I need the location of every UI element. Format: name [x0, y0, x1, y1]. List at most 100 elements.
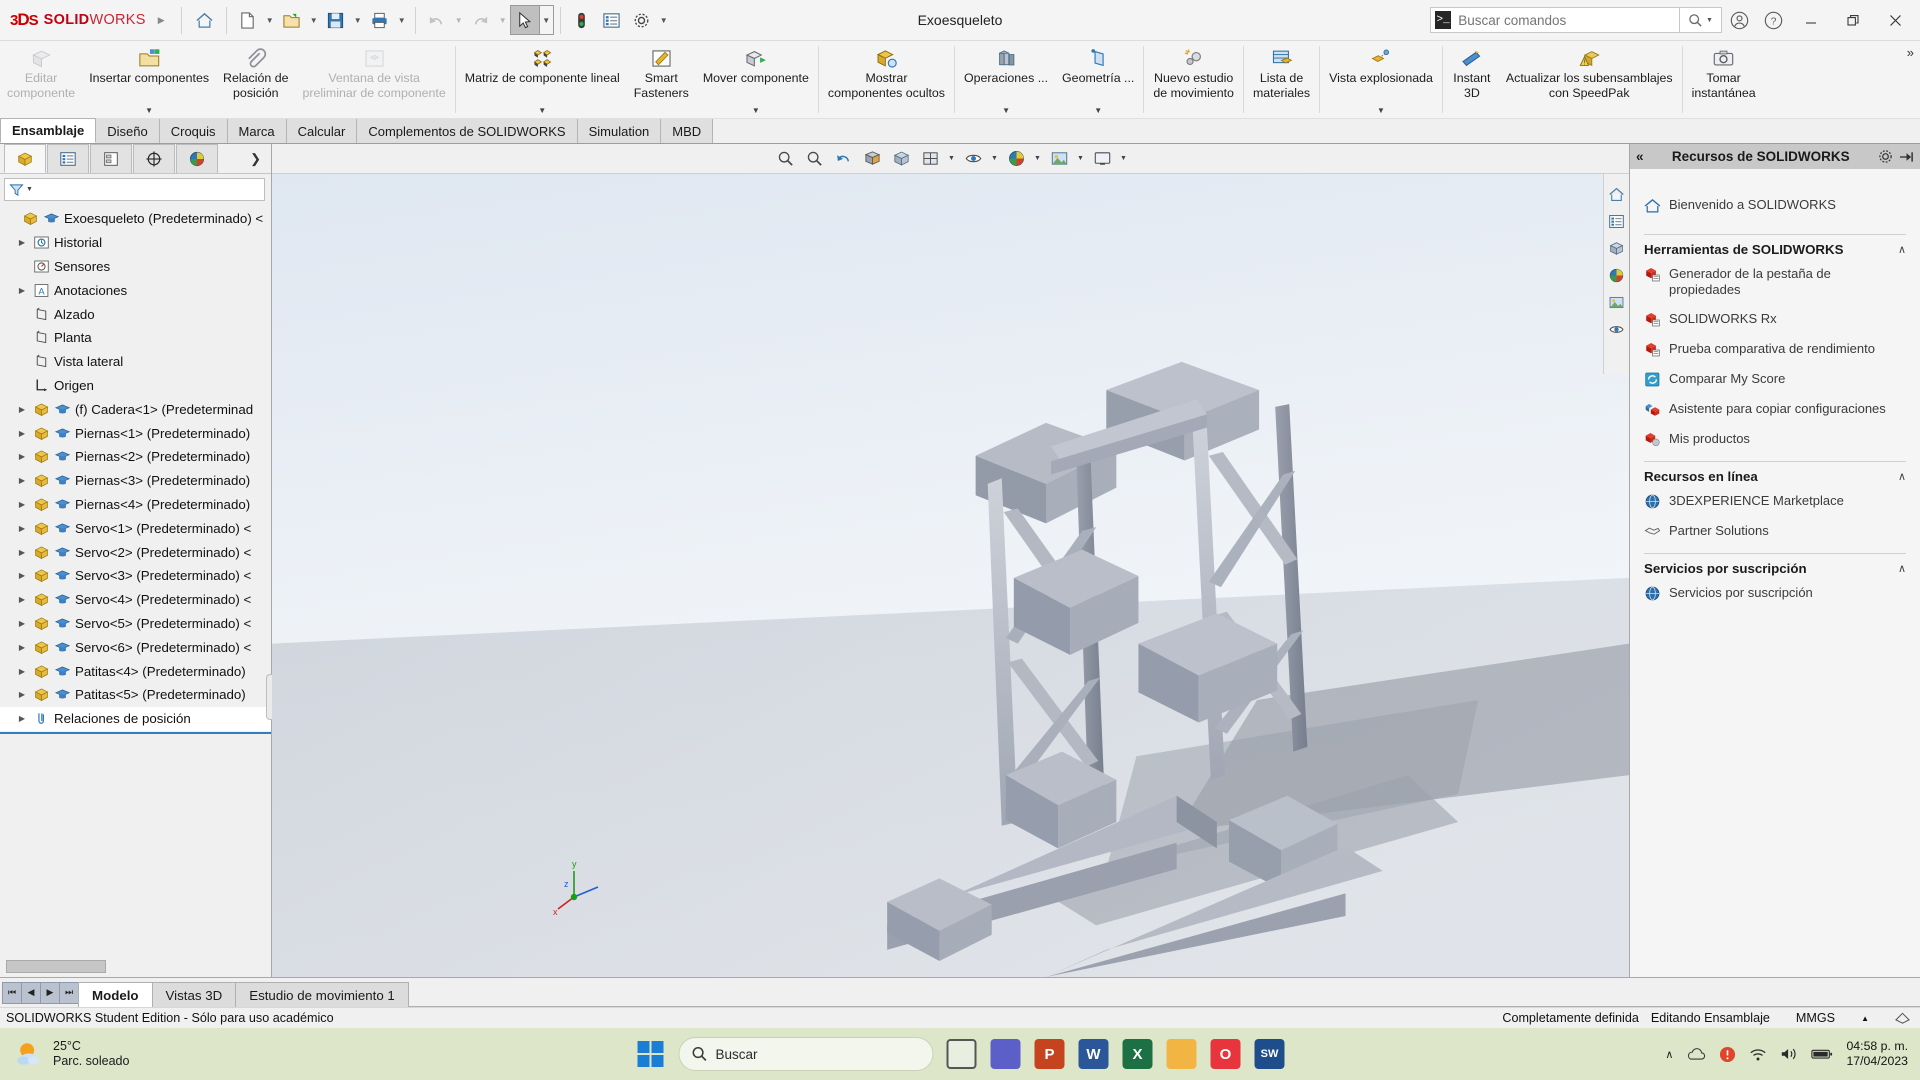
units-label[interactable]: MMGS	[1796, 1011, 1835, 1025]
task-pane-link[interactable]: Mis productos	[1644, 431, 1906, 448]
expand-arrow-icon[interactable]: ▶	[15, 405, 29, 414]
tab-croquis[interactable]: Croquis	[159, 118, 228, 143]
units-caret-icon[interactable]: ▲	[1861, 1014, 1869, 1023]
tab-nav-button-1[interactable]: ◀	[21, 982, 41, 1004]
weather-widget[interactable]: 25°C Parc. soleado	[0, 1039, 129, 1069]
chevron-down-icon[interactable]: ▼	[351, 5, 365, 35]
restore-button[interactable]	[1832, 0, 1874, 40]
taskbar-app-opera[interactable]: O	[1205, 1033, 1247, 1075]
tree-item[interactable]: Exoesqueleto (Predeterminado) <	[0, 207, 271, 231]
task-pane-link[interactable]: Partner Solutions	[1644, 523, 1906, 540]
ribbon-bill-of-materials[interactable]: Lista de materiales	[1246, 41, 1317, 118]
taskbar-app-excel[interactable]: X	[1117, 1033, 1159, 1075]
view-scenes-button[interactable]	[1605, 290, 1629, 314]
tree-item[interactable]: ▶Servo<1> (Predeterminado) <	[0, 516, 271, 540]
onedrive-icon[interactable]	[1686, 1047, 1706, 1062]
new-button[interactable]	[233, 5, 263, 35]
tree-tabs-overflow[interactable]: ❯	[240, 144, 271, 173]
tree-item[interactable]: ▶Historial	[0, 231, 271, 255]
ribbon-show-hidden-components[interactable]: Mostrar componentes ocultos	[821, 41, 952, 118]
wifi-icon[interactable]	[1749, 1047, 1767, 1062]
scrollbar-thumb[interactable]	[6, 960, 106, 973]
command-search-box[interactable]: >_	[1430, 7, 1680, 33]
tree-item[interactable]: ▶Piernas<1> (Predeterminado)	[0, 421, 271, 445]
ribbon-reference-geometry[interactable]: Geometría ...▼	[1055, 41, 1141, 118]
chevron-down-icon[interactable]: ▼	[145, 106, 153, 118]
gear-icon[interactable]	[1878, 149, 1893, 164]
chevron-down-icon[interactable]: ▼	[1094, 106, 1102, 118]
tree-item[interactable]: ▶Piernas<4> (Predeterminado)	[0, 493, 271, 517]
ribbon-smart-fasteners[interactable]: Smart Fasteners	[627, 41, 696, 118]
pin-icon[interactable]	[1899, 150, 1914, 164]
task-pane-link[interactable]: Generador de la pestaña de propiedades	[1644, 266, 1906, 298]
tree-item[interactable]: Sensores	[0, 255, 271, 279]
tree-item[interactable]: ▶Servo<5> (Predeterminado) <	[0, 612, 271, 636]
start-button[interactable]	[630, 1033, 672, 1075]
ribbon-linear-component-pattern[interactable]: Matriz de componente lineal▼	[458, 41, 627, 118]
chevron-down-icon[interactable]: ▼	[452, 5, 466, 35]
tree-item[interactable]: Vista lateral	[0, 350, 271, 374]
view-settings-button[interactable]	[1089, 147, 1115, 171]
expand-arrow-icon[interactable]: ▶	[15, 548, 29, 557]
expand-arrow-icon[interactable]: ▶	[15, 500, 29, 509]
select-button[interactable]	[510, 5, 540, 35]
expand-arrow-icon[interactable]: ▶	[15, 452, 29, 461]
tab-marca[interactable]: Marca	[227, 118, 287, 143]
view-home-button[interactable]	[1605, 182, 1629, 206]
task-pane-link[interactable]: Asistente para copiar configuraciones	[1644, 401, 1906, 418]
model-tab-vistas-3d[interactable]: Vistas 3D	[152, 982, 237, 1007]
tab-ensamblaje[interactable]: Ensamblaje	[0, 118, 96, 143]
tree-item[interactable]: ▶AAnotaciones	[0, 278, 271, 302]
taskbar-app-task-view[interactable]	[941, 1033, 983, 1075]
tree-item[interactable]: Alzado	[0, 302, 271, 326]
apply-scene-button[interactable]	[1046, 147, 1072, 171]
welcome-link[interactable]: Bienvenido a SOLIDWORKS	[1644, 197, 1906, 214]
ribbon-update-speedpak[interactable]: !Actualizar los subensamblajes con Speed…	[1499, 41, 1680, 118]
task-pane-link[interactable]: SOLIDWORKS Rx	[1644, 311, 1906, 328]
minimize-button[interactable]	[1790, 0, 1832, 40]
tree-item[interactable]: ▶Relaciones de posición	[0, 707, 271, 731]
zoom-to-area-button[interactable]	[801, 147, 827, 171]
tree-item[interactable]: ▶Patitas<5> (Predeterminado)	[0, 683, 271, 707]
alert-circle-icon[interactable]	[1719, 1046, 1736, 1063]
tab-nav-button-2[interactable]: ▶	[40, 982, 60, 1004]
view-display-button[interactable]	[1605, 317, 1629, 341]
expand-arrow-icon[interactable]: ▶	[15, 571, 29, 580]
tree-item[interactable]: ▶(f) Cadera<1> (Predeterminad	[0, 397, 271, 421]
volume-icon[interactable]	[1780, 1046, 1798, 1062]
hide-show-items-button[interactable]	[960, 147, 986, 171]
chevron-down-icon[interactable]: ▼	[1075, 147, 1086, 171]
chevron-down-icon[interactable]: ▼	[1118, 147, 1129, 171]
ribbon-exploded-view[interactable]: Vista explosionada▼	[1322, 41, 1440, 118]
chevron-up-icon[interactable]: ∧	[1898, 243, 1906, 256]
options-button[interactable]	[627, 5, 657, 35]
display-style-button[interactable]	[917, 147, 943, 171]
previous-view-button[interactable]	[830, 147, 856, 171]
model-canvas[interactable]: y z x	[272, 174, 1629, 977]
taskbar-app-file-explorer[interactable]	[1161, 1033, 1203, 1075]
view-appearances-button[interactable]	[1605, 263, 1629, 287]
task-pane-section-header[interactable]: Recursos en línea∧	[1644, 461, 1906, 484]
chevron-down-icon[interactable]: ▼	[657, 5, 671, 35]
tray-chevron-icon[interactable]: ∧	[1665, 1048, 1673, 1061]
task-pane-link[interactable]: 3DEXPERIENCE Marketplace	[1644, 493, 1906, 510]
ribbon-assembly-features[interactable]: Operaciones ...▼	[957, 41, 1055, 118]
taskbar-app-teams[interactable]	[985, 1033, 1027, 1075]
section-view-button[interactable]	[859, 147, 885, 171]
expand-arrow-icon[interactable]: ▶	[15, 476, 29, 485]
task-pane-link[interactable]: Prueba comparativa de rendimiento	[1644, 341, 1906, 358]
tab-calcular[interactable]: Calcular	[286, 118, 358, 143]
tab-complementos-de-solidworks[interactable]: Complementos de SOLIDWORKS	[356, 118, 577, 143]
ribbon-take-snapshot[interactable]: Tomar instantánea	[1685, 41, 1763, 118]
model-tab-estudio-de-movimiento-1[interactable]: Estudio de movimiento 1	[235, 982, 409, 1007]
tree-item[interactable]: ▶Piernas<2> (Predeterminado)	[0, 445, 271, 469]
view-orientation-button[interactable]	[888, 147, 914, 171]
expand-arrow-icon[interactable]: ▶	[15, 667, 29, 676]
ribbon-instant-3d[interactable]: Instant 3D	[1445, 41, 1499, 118]
tree-item[interactable]: ▶Servo<4> (Predeterminado) <	[0, 588, 271, 612]
expand-arrow-icon[interactable]: ▶	[15, 429, 29, 438]
expand-arrow-icon[interactable]: ▶	[15, 643, 29, 652]
battery-icon[interactable]	[1811, 1047, 1833, 1061]
chevron-down-icon[interactable]: ▼	[307, 5, 321, 35]
command-search-input[interactable]	[1458, 13, 1675, 28]
